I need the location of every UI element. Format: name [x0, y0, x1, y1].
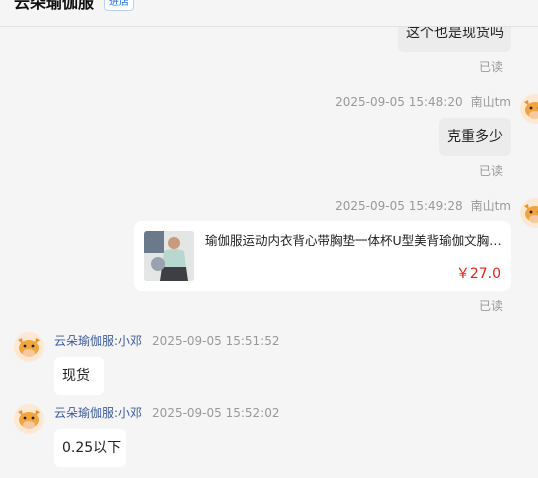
message-meta: 2025-09-05 15:48:20 南山tm: [335, 95, 511, 109]
sender-name: 南山tm: [470, 199, 511, 213]
cow-avatar-icon[interactable]: [520, 94, 538, 124]
message-time: 2025-09-05 15:51:52: [152, 334, 280, 348]
message-bubble-incoming[interactable]: 现货: [54, 357, 104, 395]
message-text: 0.25以下: [62, 440, 122, 456]
cow-avatar-icon[interactable]: [14, 332, 44, 362]
product-card[interactable]: 瑜伽服运动内衣背心带胸垫一体杯U型美背瑜伽文胸吊... ￥27.0: [134, 221, 511, 291]
cow-avatar-icon[interactable]: [520, 198, 538, 228]
enter-shop-button[interactable]: 进店: [104, 0, 134, 11]
product-price: ￥27.0: [455, 266, 501, 282]
read-status: 已读: [479, 60, 504, 74]
message-text: 这个也是现货吗: [406, 25, 504, 41]
message-meta: 2025-09-05 15:49:28 南山tm: [335, 199, 511, 213]
message-time: 2025-09-05 15:52:02: [152, 406, 280, 420]
message-bubble-incoming[interactable]: 0.25以下: [54, 429, 126, 467]
cow-avatar-icon[interactable]: [14, 404, 44, 434]
product-thumbnail[interactable]: [144, 231, 194, 281]
message-text: 现货: [62, 368, 90, 384]
message-time: 2025-09-05 15:48:20: [335, 95, 463, 109]
sender-name: 南山tm: [470, 95, 511, 109]
message-time: 2025-09-05 15:49:28: [335, 199, 463, 213]
message-bubble-outgoing[interactable]: 克重多少: [439, 118, 511, 156]
read-status: 已读: [479, 299, 504, 313]
sender-name[interactable]: 云朵瑜伽服:小邓: [54, 406, 142, 420]
read-status: 已读: [479, 164, 504, 178]
sender-name[interactable]: 云朵瑜伽服:小邓: [54, 334, 142, 348]
product-title[interactable]: 瑜伽服运动内衣背心带胸垫一体杯U型美背瑜伽文胸吊...: [205, 233, 503, 249]
product-image-icon: [144, 231, 194, 281]
message-meta: 云朵瑜伽服:小邓 2025-09-05 15:52:02: [54, 406, 280, 420]
chat-header: 云朵瑜伽服 进店: [0, 0, 538, 27]
shop-name[interactable]: 云朵瑜伽服: [14, 0, 94, 13]
message-text: 克重多少: [447, 129, 503, 145]
message-meta: 云朵瑜伽服:小邓 2025-09-05 15:51:52: [54, 334, 280, 348]
